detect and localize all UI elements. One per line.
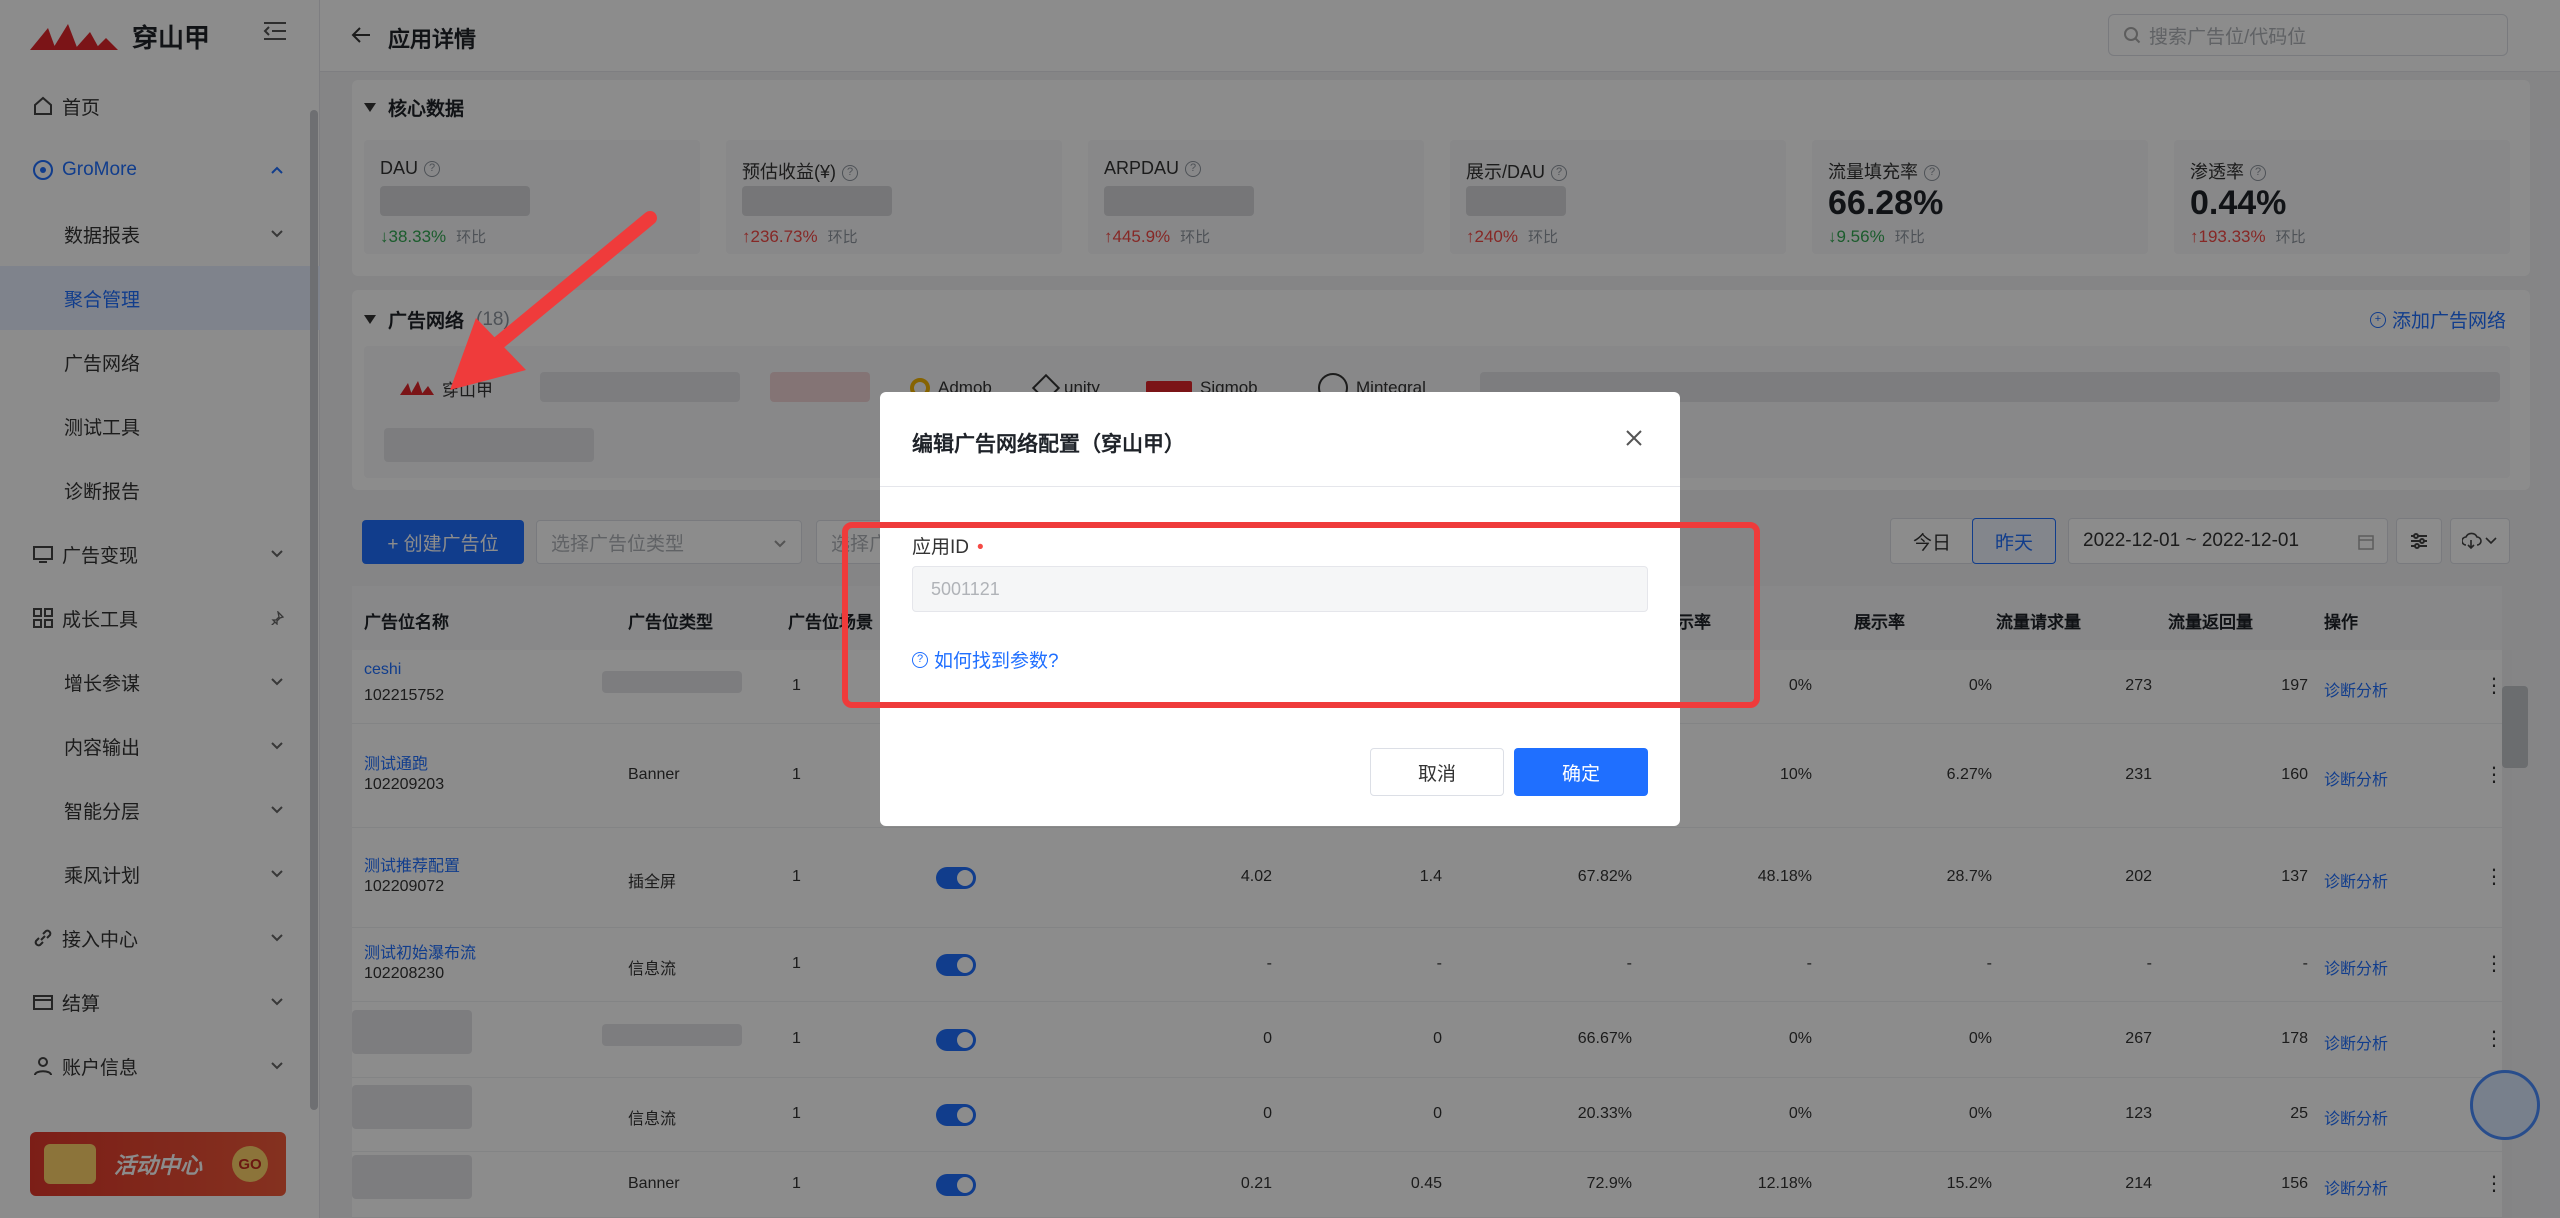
dialog-title: 编辑广告网络配置（穿山甲）: [912, 433, 1185, 456]
annotation-arrow-icon: [450, 211, 657, 390]
dialog-divider: [880, 486, 1680, 487]
close-icon[interactable]: [1624, 428, 1644, 448]
highlight-box: [842, 522, 1760, 708]
cancel-button[interactable]: 取消: [1370, 748, 1504, 796]
confirm-button[interactable]: 确定: [1514, 748, 1648, 796]
